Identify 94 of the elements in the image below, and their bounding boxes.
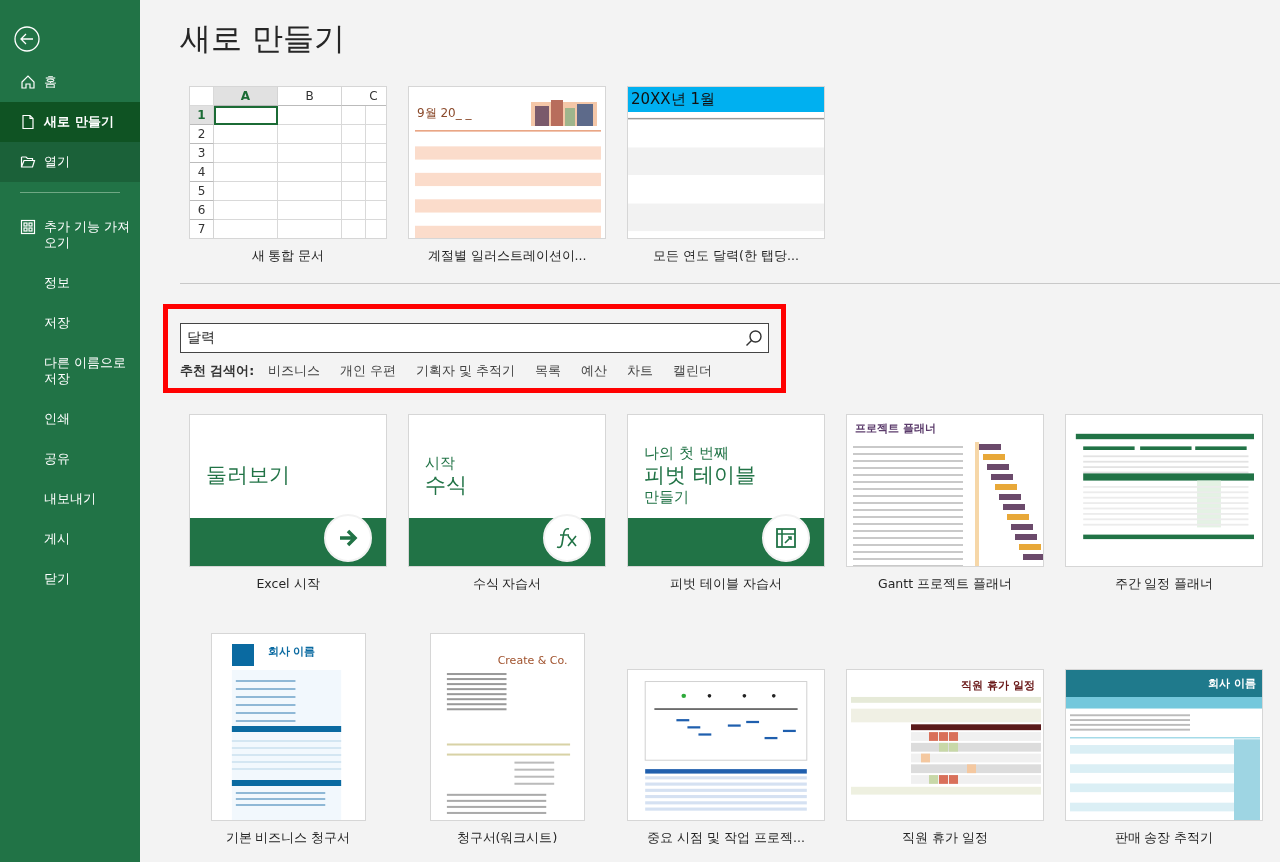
row-header: 3 <box>190 144 214 163</box>
sidebar-item[interactable]: 게시 <box>0 519 140 559</box>
template-thumbnail[interactable]: 9월 20_ _ <box>408 86 606 239</box>
function-icon <box>555 527 579 549</box>
gantt-bar <box>995 484 1017 490</box>
document-icon <box>20 114 36 130</box>
template-name: 계절별 일러스트레이션이... <box>427 248 587 265</box>
template-name: 청구서(워크시트) <box>456 830 558 847</box>
template-thumbnail[interactable]: Create & Co. <box>429 633 585 821</box>
row-header: 4 <box>190 163 214 182</box>
preview-title: 시작 <box>425 453 456 473</box>
template-name: 판매 송장 추적기 <box>1114 830 1214 847</box>
column-header: C <box>342 87 386 106</box>
template-name: 기본 비즈니스 청구서 <box>225 830 351 847</box>
preview-title: 수식 <box>425 472 468 498</box>
template-thumbnail[interactable]: 프로젝트 플래너 <box>846 414 1044 567</box>
sidebar-item[interactable]: 열기 <box>0 142 140 182</box>
gantt-bar <box>1003 504 1025 510</box>
preview-title: 직원 휴가 일정 <box>960 678 1036 694</box>
template-thumbnail[interactable]: A B C 1 2 3 4 5 6 7 <box>189 86 387 239</box>
sidebar-item[interactable]: 정보 <box>0 263 140 303</box>
search-field[interactable]: 달력 <box>180 323 769 353</box>
column-header: B <box>278 87 342 106</box>
preview-title: 9월 20_ _ <box>416 105 473 122</box>
sidebar-item[interactable]: 새로 만들기 <box>0 102 140 142</box>
template-thumbnail[interactable] <box>1065 414 1263 567</box>
template-name: 모든 연도 달력(한 탭당... <box>653 248 799 265</box>
sidebar-item[interactable]: 닫기 <box>0 559 140 599</box>
template-thumbnail[interactable]: 시작 수식 <box>408 414 606 567</box>
gantt-bar <box>1015 534 1037 540</box>
template-name: 피벗 테이블 자습서 <box>670 576 782 593</box>
buildings-drawing <box>531 98 597 126</box>
row-header: 6 <box>190 201 214 220</box>
suggested-search-link[interactable]: 캘린더 <box>673 363 713 380</box>
preview-title: 프로젝트 플래너 <box>854 421 937 437</box>
gantt-bar <box>1007 514 1029 520</box>
preview-title: 회사 이름 <box>267 644 316 659</box>
preview-title: 20XX년 1월 <box>628 87 824 112</box>
gantt-bar <box>987 464 1009 470</box>
gantt-bar <box>979 444 1001 450</box>
column-header: A <box>214 87 278 106</box>
template-thumbnail[interactable]: 직원 휴가 일정 <box>846 669 1044 821</box>
preview-title: 만들기 <box>644 488 690 507</box>
preview-title: 둘러보기 <box>206 463 291 488</box>
template-thumbnail[interactable]: 20XX년 1월 <box>627 86 825 239</box>
template-name: Excel 시작 <box>256 576 320 593</box>
template-thumbnail[interactable]: 회사 이름 <box>210 633 366 821</box>
template-thumbnail[interactable] <box>627 669 825 821</box>
active-cell[interactable] <box>214 106 278 125</box>
logo-placeholder-drawing <box>231 644 254 666</box>
row-header: 5 <box>190 182 214 201</box>
template-thumbnail[interactable]: 회사 이름 <box>1065 669 1263 821</box>
gantt-bar <box>1019 544 1041 550</box>
template-name: 새 통합 문서 <box>251 248 325 265</box>
preview-title: 피벗 테이블 <box>644 463 757 488</box>
preview-title: 나의 첫 번째 <box>644 444 730 463</box>
sidebar-item[interactable]: 공유 <box>0 439 140 479</box>
arrow-icon <box>337 527 359 549</box>
template-thumbnail[interactable]: 나의 첫 번째 피벗 테이블 만들기 <box>627 414 825 567</box>
template-thumbnail[interactable]: 둘러보기 <box>189 414 387 567</box>
page-title: 새로 만들기 <box>180 19 346 58</box>
gantt-bar <box>1023 554 1043 560</box>
template-name: Gantt 프로젝트 플래너 <box>878 576 1012 593</box>
template-name: 직원 휴가 일정 <box>902 830 988 847</box>
back-button[interactable] <box>14 26 40 52</box>
home-icon <box>20 74 36 90</box>
sidebar-item[interactable]: 홈 <box>0 62 140 102</box>
suggested-search-link[interactable]: 차트 <box>627 363 654 380</box>
preview-title: 회사 이름 <box>1066 670 1262 697</box>
suggested-search-link[interactable]: 예산 <box>581 363 608 380</box>
row-header: 2 <box>190 125 214 144</box>
sidebar-item[interactable]: 추가 기능 가져오기 <box>0 207 140 263</box>
suggested-search-link[interactable]: 목록 <box>535 363 562 380</box>
pivot-table-icon <box>775 527 797 549</box>
suggestions-label: 추천 검색어: <box>180 363 255 380</box>
grid-icon <box>20 219 36 235</box>
suggested-search-link[interactable]: 기획자 및 추적기 <box>416 363 516 380</box>
sidebar-item[interactable]: 저장 <box>0 303 140 343</box>
gantt-bar <box>999 494 1021 500</box>
sidebar-item[interactable]: 내보내기 <box>0 479 140 519</box>
preview-title: Create & Co. <box>496 653 569 669</box>
row-header: 1 <box>190 106 214 125</box>
sidebar-item[interactable]: 인쇄 <box>0 399 140 439</box>
sidebar-item[interactable]: 다른 이름으로 저장 <box>0 343 140 399</box>
template-name: 수식 자습서 <box>472 576 542 593</box>
suggested-search-link[interactable]: 개인 우편 <box>340 363 397 380</box>
gantt-bar <box>983 454 1005 460</box>
gantt-bar <box>991 474 1013 480</box>
suggested-search-link[interactable]: 비즈니스 <box>268 363 321 380</box>
gantt-bar <box>1011 524 1033 530</box>
search-icon[interactable] <box>745 329 763 347</box>
folder-icon <box>20 154 36 170</box>
template-name: 중요 시점 및 작업 프로젝... <box>647 830 805 847</box>
template-name: 주간 일정 플래너 <box>1114 576 1214 593</box>
